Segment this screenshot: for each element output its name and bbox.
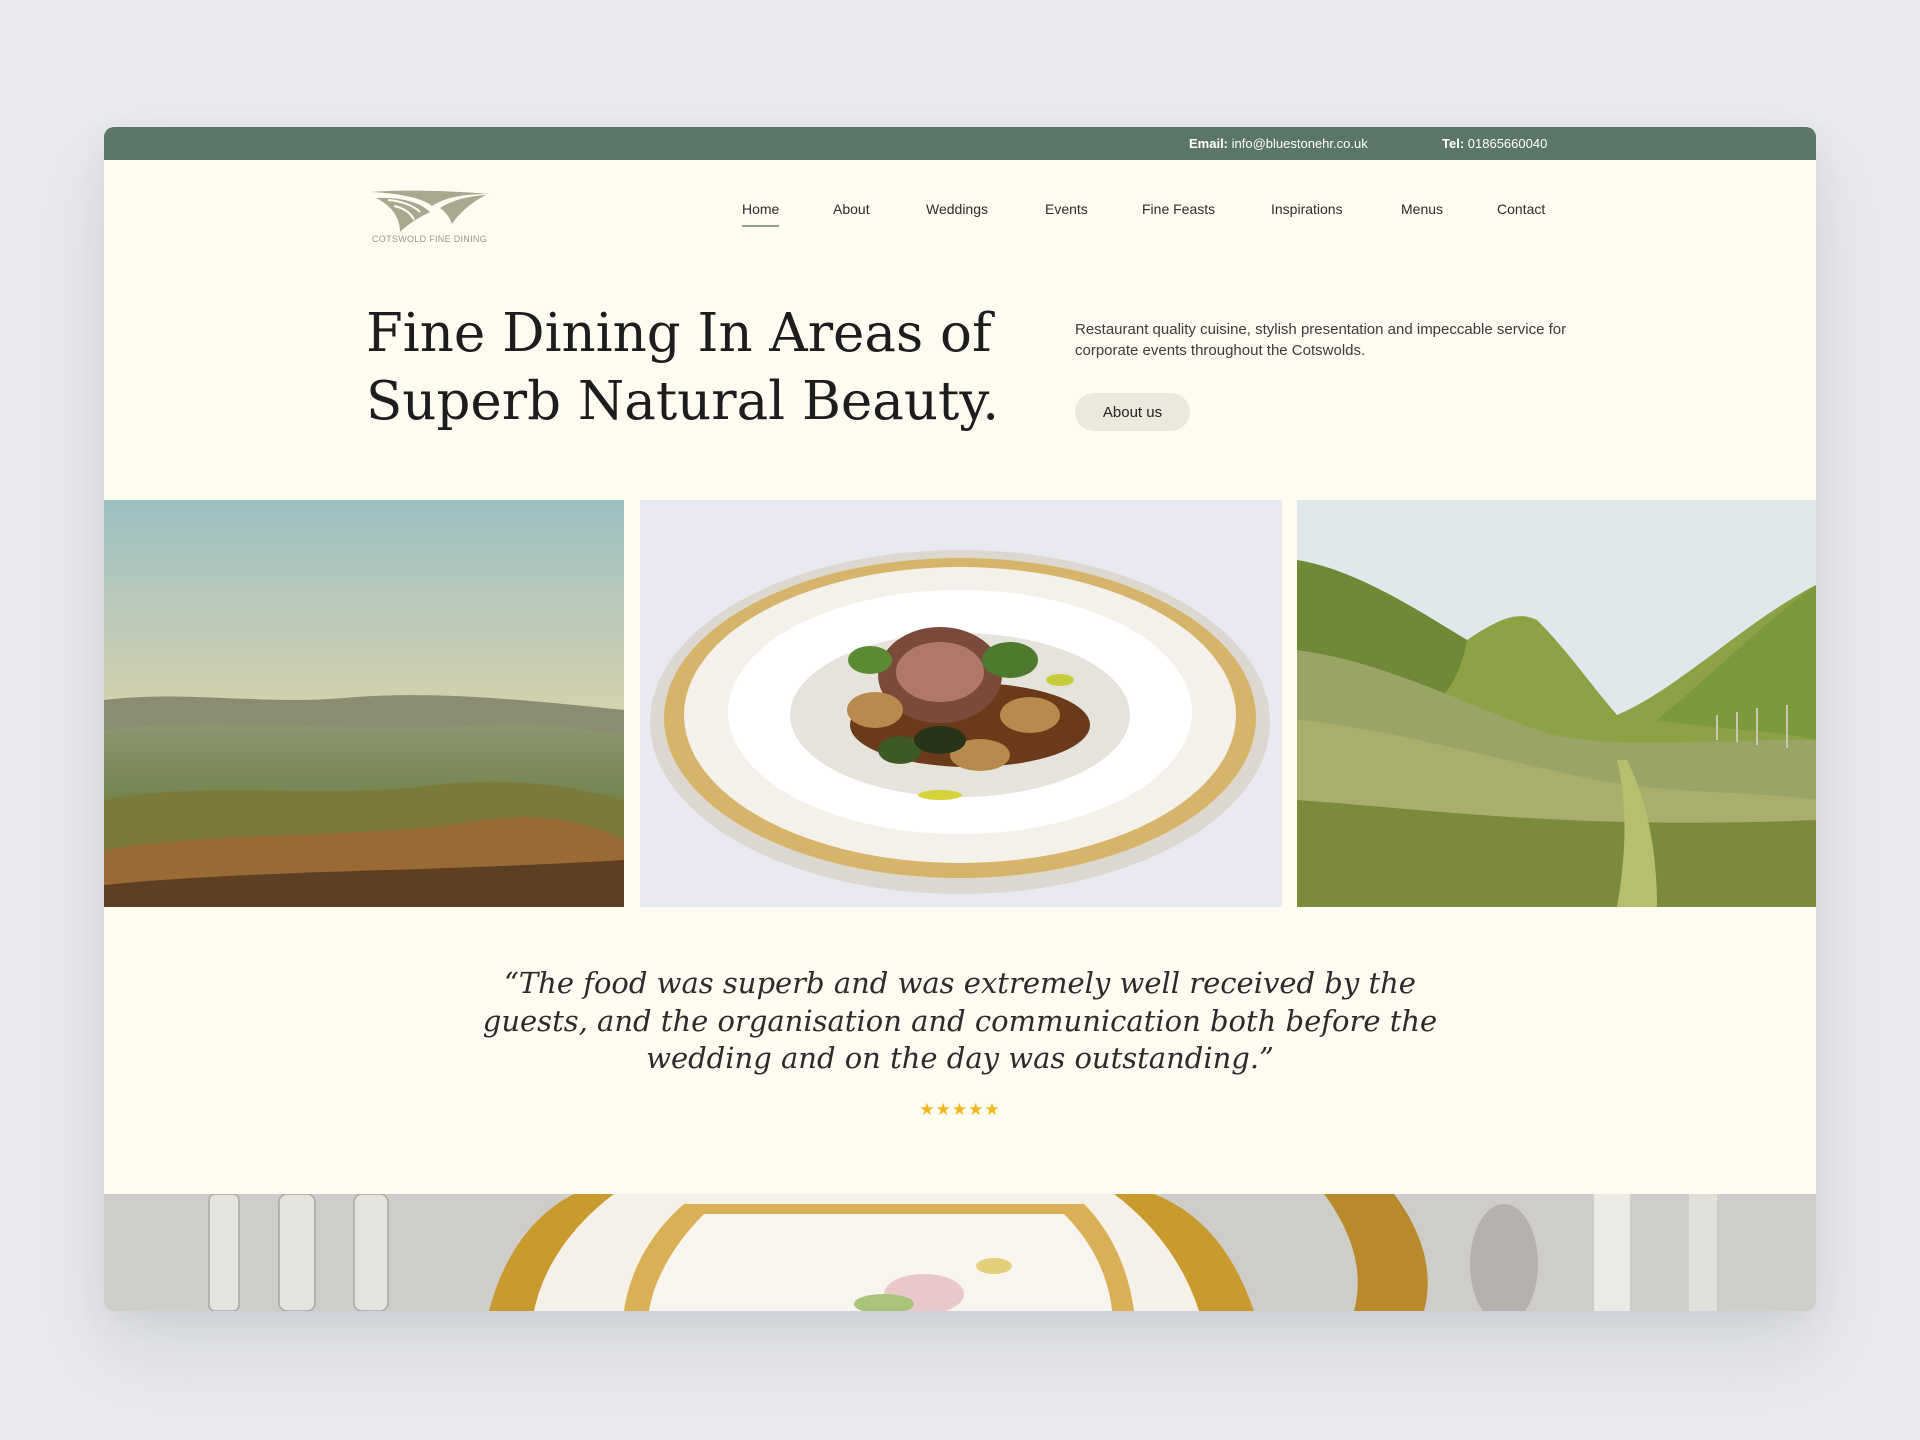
hero-title-line-2: Superb Natural Beauty.: [366, 371, 1000, 432]
tel-value[interactable]: 01865660040: [1468, 136, 1548, 151]
phone-contact[interactable]: Tel: 01865660040: [1442, 136, 1547, 151]
green-hills-image: [1297, 500, 1816, 907]
landscape-valley-image: [104, 500, 624, 907]
email-contact[interactable]: Email: info@bluestonehr.co.uk: [1189, 136, 1368, 151]
about-us-button[interactable]: About us: [1075, 393, 1190, 431]
testimonial-quote: “The food was superb and was extremely w…: [482, 966, 1438, 1075]
nav-contact[interactable]: Contact: [1497, 201, 1545, 217]
nav-home[interactable]: Home: [742, 201, 780, 227]
tel-label: Tel:: [1442, 136, 1465, 151]
nav-events[interactable]: Events: [1045, 201, 1088, 217]
browser-window: Email: info@bluestonehr.co.uk Tel: 01865…: [104, 127, 1816, 1311]
hero-title-line-1: Fine Dining In Areas of: [366, 303, 992, 364]
lamb-dish-image: [640, 500, 1282, 907]
email-label: Email:: [1189, 136, 1229, 151]
photo-gallery: [104, 500, 1816, 907]
nav-menus[interactable]: Menus: [1401, 201, 1443, 217]
table-setting-image: [104, 1194, 1816, 1311]
hero-description: Restaurant quality cuisine, stylish pres…: [1075, 321, 1567, 359]
email-value[interactable]: info@bluestonehr.co.uk: [1232, 136, 1368, 151]
rating-stars: ★★★★★: [919, 1100, 1001, 1119]
nav-fine-feasts[interactable]: Fine Feasts: [1142, 201, 1215, 217]
main-nav: Home About Weddings Events Fine Feasts I…: [104, 201, 1816, 241]
nav-weddings[interactable]: Weddings: [926, 201, 988, 217]
contact-topbar: Email: info@bluestonehr.co.uk Tel: 01865…: [104, 127, 1816, 160]
nav-about[interactable]: About: [833, 201, 870, 217]
hero-title: Fine Dining In Areas of Superb Natural B…: [366, 300, 1006, 436]
nav-inspirations[interactable]: Inspirations: [1271, 201, 1343, 217]
